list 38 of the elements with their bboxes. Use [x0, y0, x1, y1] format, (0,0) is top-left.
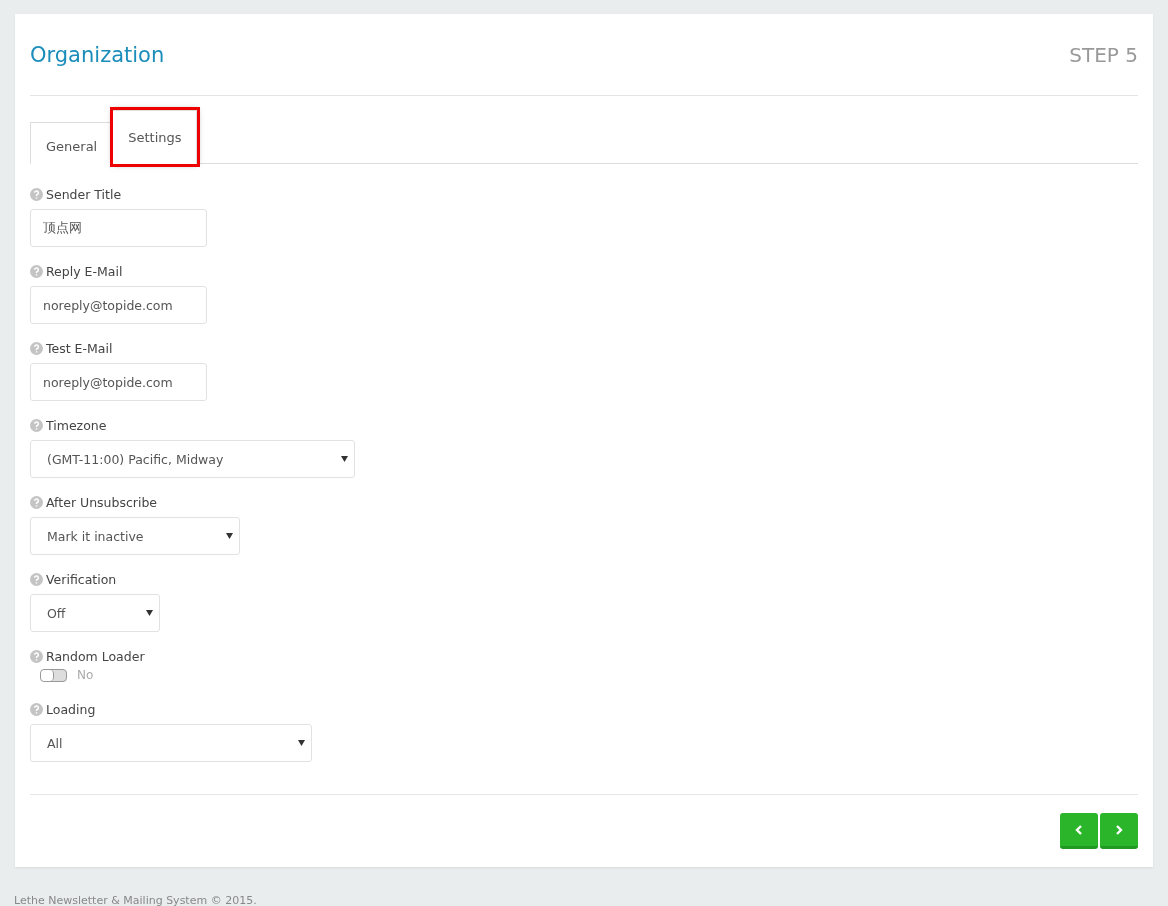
dropdown-caret-icon [298, 740, 305, 746]
page-title: Organization [30, 42, 165, 67]
tab[interactable]: General [30, 122, 113, 164]
select-field[interactable]: Mark it inactive [30, 517, 240, 555]
help-icon [30, 187, 43, 201]
toggle-switch[interactable] [40, 668, 67, 682]
field-label: After Unsubscribe [46, 494, 158, 510]
help-icon [30, 341, 43, 355]
field-label: Test E-Mail [46, 340, 113, 356]
next-button[interactable] [1100, 813, 1138, 849]
toggle-value: No [77, 668, 94, 682]
text-field[interactable]: noreply@topide.com [30, 363, 207, 401]
step-label: STEP 5 [1069, 42, 1138, 67]
field-label: Reply E-Mail [46, 263, 123, 279]
help-icon [30, 572, 43, 586]
field-label: Sender Title [46, 186, 122, 202]
select-field[interactable]: All [30, 724, 312, 762]
chevron-left-icon [1074, 823, 1084, 836]
select-field[interactable]: (GMT-11:00) Pacific, Midway [30, 440, 355, 478]
select-field[interactable]: Off [30, 594, 160, 632]
help-icon [30, 702, 43, 716]
text-field[interactable]: noreply@topide.com [30, 286, 207, 324]
field-label: Loading [46, 701, 96, 717]
dropdown-caret-icon [146, 610, 153, 616]
footer-text: Lethe Newsletter & Mailing System © 2015. [13, 893, 258, 906]
text-field[interactable]: 顶点网 [30, 209, 207, 247]
dropdown-caret-icon [341, 456, 348, 462]
field-label: Random Loader [46, 648, 145, 664]
help-icon [30, 495, 43, 509]
help-icon [30, 418, 43, 432]
help-icon [30, 264, 43, 278]
tab[interactable]: Settings [113, 110, 198, 164]
field-label: Verification [46, 571, 117, 587]
help-icon [30, 649, 43, 663]
chevron-right-icon [1114, 823, 1124, 836]
field-label: Timezone [46, 417, 107, 433]
dropdown-caret-icon [226, 533, 233, 539]
previous-button[interactable] [1060, 813, 1098, 849]
